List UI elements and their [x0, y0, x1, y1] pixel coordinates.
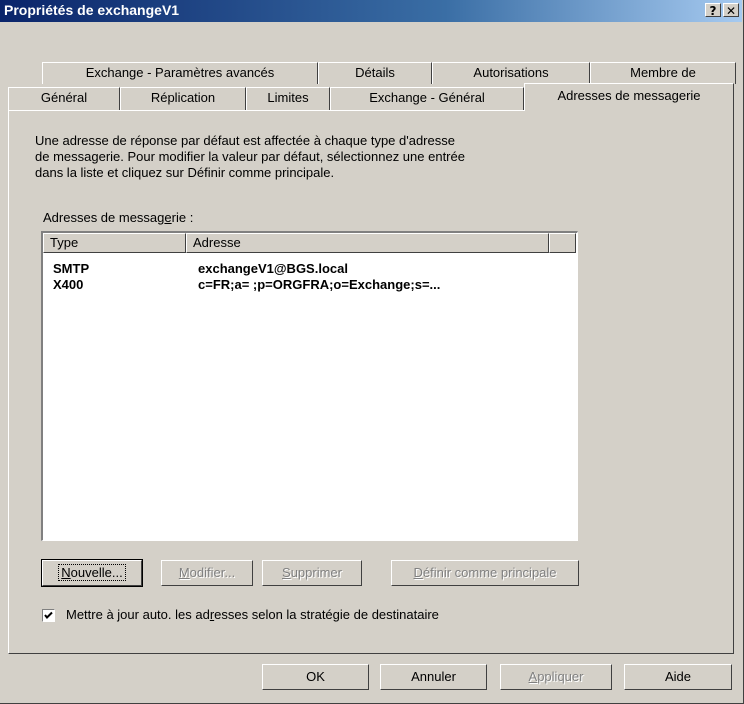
tab-member-of[interactable]: Membre de — [590, 62, 736, 84]
help-footer-button[interactable]: Aide — [624, 664, 732, 690]
tab-permissions[interactable]: Autorisations — [432, 62, 590, 84]
set-primary-button[interactable]: Définir comme principale — [391, 560, 579, 586]
email-addresses-label: Adresses de messagerie : — [43, 210, 194, 225]
tab-email-addresses[interactable]: Adresses de messagerie — [524, 83, 734, 111]
tab-replication[interactable]: Réplication — [120, 87, 246, 110]
tab-exchange-general[interactable]: Exchange - Général — [330, 87, 524, 110]
checkmark-icon — [44, 611, 53, 619]
description-text: Une adresse de réponse par défaut est af… — [35, 133, 465, 180]
tab-general[interactable]: Général — [8, 87, 120, 110]
new-button[interactable]: Nouvelle... — [41, 559, 143, 587]
tab-details[interactable]: Détails — [318, 62, 432, 84]
delete-button[interactable]: Supprimer — [262, 560, 362, 586]
column-header-type[interactable]: Type — [43, 233, 186, 253]
panel-top-border — [8, 110, 528, 111]
tab-exchange-advanced[interactable]: Exchange - Paramètres avancés — [42, 62, 318, 84]
help-icon: ? — [709, 4, 717, 18]
window-title: Propriétés de exchangeV1 — [4, 2, 180, 18]
auto-update-checkbox[interactable] — [42, 609, 55, 622]
list-header: Type Adresse — [43, 233, 576, 253]
close-icon: ✕ — [725, 4, 737, 18]
email-addresses-list[interactable]: Type Adresse SMTP exchangeV1@BGS.local X… — [41, 231, 578, 541]
apply-button[interactable]: Appliquer — [500, 664, 612, 690]
column-header-empty — [549, 233, 576, 253]
help-button[interactable]: ? — [705, 3, 721, 18]
close-button[interactable]: ✕ — [723, 3, 739, 18]
properties-dialog: Propriétés de exchangeV1 ? ✕ Exchange - … — [0, 0, 744, 704]
ok-button[interactable]: OK — [262, 664, 369, 690]
cancel-button[interactable]: Annuler — [380, 664, 487, 690]
auto-update-label[interactable]: Mettre à jour auto. les adresses selon l… — [66, 607, 439, 622]
modify-button[interactable]: Modifier... — [161, 560, 253, 586]
title-bar[interactable]: Propriétés de exchangeV1 ? ✕ — [0, 0, 742, 22]
tab-limits[interactable]: Limites — [246, 87, 330, 110]
column-header-address[interactable]: Adresse — [186, 233, 549, 253]
